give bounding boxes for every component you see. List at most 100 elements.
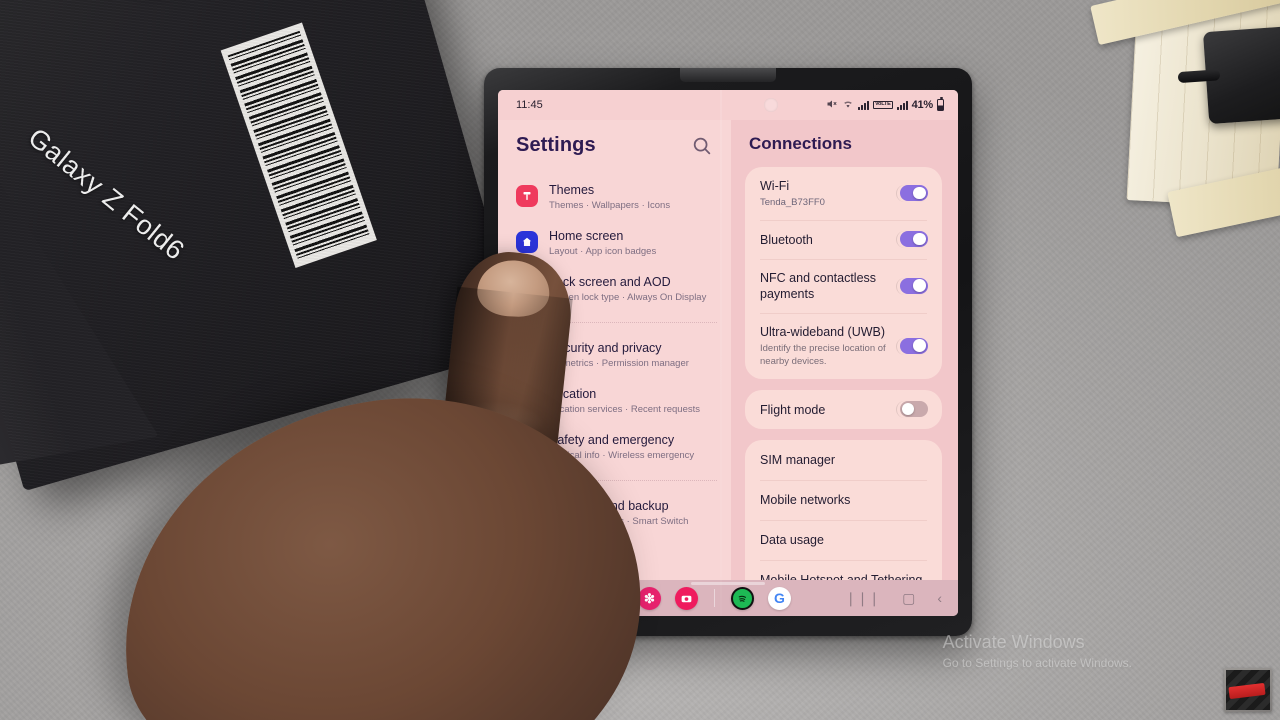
row-label: Flight mode: [760, 402, 826, 417]
galaxy-box-side-panel: [0, 71, 159, 473]
warranty-sticker: MOBILE WARRANTY FOR AFRICA: [40, 0, 249, 16]
page-title: Settings: [516, 134, 596, 156]
status-bar-clock: 11:45: [516, 99, 543, 111]
wifi-network-name: Tenda_B73FF0: [760, 197, 825, 208]
sidebar-item-themes[interactable]: Themes Themes · Wallpapers · Icons: [516, 175, 717, 221]
samsung-internet-icon[interactable]: [564, 586, 587, 610]
barcode-label: [220, 22, 377, 268]
signal-icon-2: [896, 100, 908, 110]
sidebar-item-subtitle: Medical info · Wireless emergency: [549, 450, 695, 461]
sidebar-item-subtitle: Themes · Wallpapers · Icons: [549, 200, 671, 211]
row-label: Mobile networks: [760, 493, 851, 507]
shield-icon: [516, 343, 538, 365]
wooden-clamp-object: [1088, 0, 1280, 238]
backup-icon: [516, 501, 538, 523]
sidebar-item-accounts-and-backup[interactable]: Accounts and backup Manage accounts · Sm…: [516, 491, 717, 537]
google-icon[interactable]: G: [768, 586, 791, 610]
sidebar-item-subtitle: Location services · Recent requests: [549, 404, 701, 415]
sidebar-divider: [516, 322, 717, 323]
taskbar-dock[interactable]: ❇ G ❘❘❘ ▢ ‹: [498, 580, 958, 616]
sidebar-item-location[interactable]: Location Location services · Recent requ…: [516, 379, 717, 425]
uwb-toggle[interactable]: [896, 337, 928, 355]
sidebar-item-label: Home screen: [549, 229, 624, 243]
row-label: NFC and contactless payments: [760, 271, 877, 301]
front-camera-punch-hole: [763, 98, 778, 112]
wifi-icon: [842, 98, 854, 112]
row-sim-manager[interactable]: SIM manager: [745, 440, 942, 480]
bluetooth-toggle[interactable]: [896, 231, 928, 248]
sidebar-item-label: Security and privacy: [549, 341, 662, 355]
safety-icon: [516, 435, 538, 457]
back-button[interactable]: ‹: [937, 591, 942, 605]
paint-roller-icon: [516, 185, 538, 207]
row-mobile-networks[interactable]: Mobile networks: [745, 480, 942, 520]
row-label: Bluetooth: [760, 232, 813, 247]
home-icon: [516, 231, 538, 253]
windows-activation-watermark: Activate Windows Go to Settings to activ…: [943, 630, 1132, 672]
row-data-usage[interactable]: Data usage: [745, 520, 942, 560]
sidebar-divider-2: [516, 480, 717, 481]
search-icon[interactable]: [691, 135, 713, 157]
settings-header: Settings: [516, 120, 717, 175]
sidebar-item-home-screen[interactable]: Home screen Layout · App icon badges: [516, 221, 717, 267]
dock-separator: [714, 589, 715, 607]
row-nfc[interactable]: NFC and contactless payments: [745, 259, 942, 313]
flower-icon[interactable]: ❇: [638, 586, 661, 610]
sidebar-item-subtitle: Screen lock type · Always On Display: [549, 292, 707, 303]
hinge-notch: [680, 68, 776, 82]
row-wifi[interactable]: Wi-Fi Tenda_B73FF0: [745, 167, 942, 220]
row-uwb[interactable]: Ultra-wideband (UWB) Identify the precis…: [745, 313, 942, 379]
row-mobile-hotspot-and-tethering[interactable]: Mobile Hotspot and Tethering: [745, 560, 942, 580]
camera-icon[interactable]: [675, 586, 698, 610]
galaxy-z-fold-device: 11:45 VoLTE 41% Settings Themes Themes ·…: [484, 68, 972, 636]
row-label: Ultra-wideband (UWB): [760, 325, 886, 339]
sidebar-item-subtitle: Biometrics · Permission manager: [549, 358, 689, 369]
barcode-bars: [227, 30, 370, 260]
sidebar-item-security-and-privacy[interactable]: Security and privacy Biometrics · Permis…: [516, 333, 717, 379]
connections-toggle-card: Wi-Fi Tenda_B73FF0 Bluetooth NFC and con…: [745, 167, 942, 379]
sidebar-item-subtitle: Manage accounts · Smart Switch: [549, 516, 689, 527]
nfc-toggle[interactable]: [896, 277, 928, 295]
mute-icon: [826, 98, 838, 113]
location-icon: [516, 389, 538, 411]
sidebar-item-subtitle: Layout · App icon badges: [549, 246, 657, 257]
settings-pane[interactable]: Settings Themes Themes · Wallpapers · Ic…: [498, 120, 731, 580]
connections-title: Connections: [749, 134, 852, 153]
corner-thumbnail-overlay: [1224, 668, 1272, 712]
battery-icon: [937, 97, 944, 111]
sidebar-item-label: Location: [549, 387, 597, 401]
lock-icon: [516, 277, 538, 299]
split-panes: Settings Themes Themes · Wallpapers · Ic…: [498, 120, 958, 580]
recents-button[interactable]: ❘❘❘: [845, 591, 880, 605]
galaxy-box: Galaxy Z Fold6 MOBILE WARRANTY FOR AFRIC…: [0, 0, 525, 492]
spotify-icon[interactable]: [731, 586, 754, 610]
connections-pane[interactable]: Connections Wi-Fi Tenda_B73FF0 Bluetooth…: [731, 120, 958, 580]
status-bar-icons: VoLTE 41%: [763, 97, 944, 113]
row-flight-mode[interactable]: Flight mode: [745, 390, 942, 429]
home-button[interactable]: ▢: [902, 591, 915, 605]
sidebar-item-label: Lock screen and AOD: [549, 275, 671, 289]
navigation-bar[interactable]: ❘❘❘ ▢ ‹: [845, 591, 948, 605]
battery-percentage: 41%: [911, 99, 934, 111]
device-screen[interactable]: 11:45 VoLTE 41% Settings Themes Themes ·…: [498, 90, 958, 616]
galaxy-box-product-label: Galaxy Z Fold6: [22, 122, 191, 267]
notes-icon[interactable]: [601, 586, 624, 610]
sidebar-item-safety-and-emergency[interactable]: Safety and emergency Medical info · Wire…: [516, 425, 717, 471]
status-bar: 11:45 VoLTE 41%: [498, 90, 958, 120]
watermark-subtitle: Go to Settings to activate Windows.: [942, 656, 1132, 670]
row-label: Data usage: [760, 533, 824, 547]
sidebar-item-lock-screen-and-aod[interactable]: Lock screen and AOD Screen lock type · A…: [516, 267, 717, 313]
signal-icon: [857, 100, 869, 110]
row-bluetooth[interactable]: Bluetooth: [745, 220, 942, 259]
desk-scene: Galaxy Z Fold6 MOBILE WARRANTY FOR AFRIC…: [0, 0, 1280, 720]
sidebar-item-label: Themes: [549, 183, 595, 197]
row-label: SIM manager: [760, 453, 836, 467]
wifi-toggle[interactable]: [896, 185, 928, 202]
flight-mode-toggle[interactable]: [896, 401, 928, 418]
volte-icon: VoLTE: [872, 100, 893, 110]
connections-list-card: SIM manager Mobile networks Data usage M…: [745, 440, 942, 580]
row-label: Mobile Hotspot and Tethering: [760, 573, 923, 580]
watermark-title: Activate Windows: [942, 632, 1085, 652]
flight-mode-card: Flight mode: [745, 390, 942, 429]
metal-clamp-body: [1202, 23, 1280, 125]
